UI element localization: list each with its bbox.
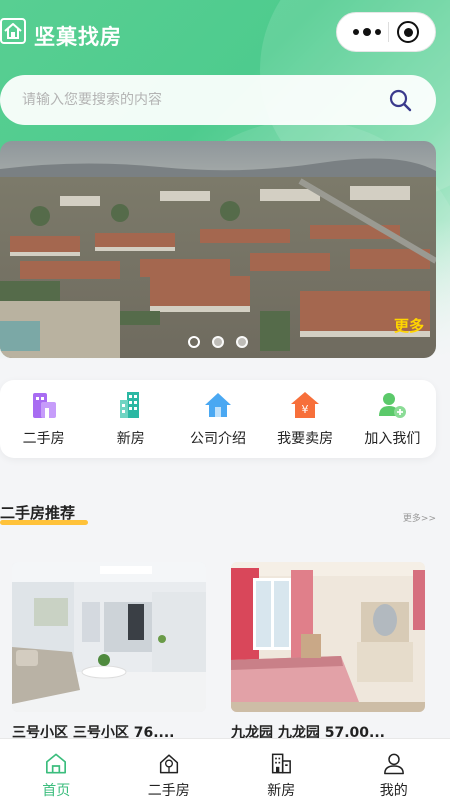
listing-photo[interactable] (12, 562, 206, 712)
banner-carousel[interactable]: 更多 (0, 141, 436, 358)
more-dots-icon[interactable] (352, 28, 381, 36)
app-title: 坚菓找房 (34, 25, 122, 49)
tab-home[interactable]: 首页 (6, 739, 106, 800)
target-circle-icon[interactable] (397, 21, 420, 43)
carousel-dot[interactable] (236, 336, 248, 348)
tall-building-icon (119, 392, 139, 418)
top-bar: 坚菓找房 (0, 12, 450, 54)
mini-program-capsule[interactable] (336, 12, 436, 52)
section-header: 二手房推荐 更多>> (0, 502, 450, 526)
quick-nav-second-hand[interactable]: 二手房 (2, 390, 86, 448)
carousel-dot[interactable] (188, 336, 200, 348)
quick-nav-sell-house[interactable]: ¥ 我要卖房 (263, 390, 347, 448)
quick-nav-label: 我要卖房 (277, 431, 334, 447)
carousel-dot[interactable] (212, 336, 224, 348)
tab-label: 新房 (267, 783, 296, 799)
quick-nav: 二手房 新房 公司介绍 ¥ 我要卖房 加入我们 (0, 380, 436, 458)
listing-photo[interactable] (231, 562, 425, 712)
quick-nav-company[interactable]: 公司介绍 (176, 390, 260, 448)
quick-nav-join-us[interactable]: 加入我们 (350, 390, 434, 448)
listing-card[interactable]: 九龙园 九龙园 57.00... (231, 562, 425, 742)
tab-second-hand[interactable]: 二手房 (119, 739, 219, 800)
quick-nav-label: 二手房 (22, 431, 65, 447)
building-house-icon (32, 393, 56, 418)
tab-new-house[interactable]: 新房 (231, 739, 331, 800)
search-bar[interactable] (0, 75, 436, 125)
search-input[interactable] (22, 92, 386, 108)
quick-nav-label: 新房 (116, 431, 145, 447)
quick-nav-label: 加入我们 (364, 431, 421, 447)
add-user-icon (379, 393, 407, 418)
quick-nav-label: 公司介绍 (189, 431, 246, 447)
logo-icon (0, 18, 26, 44)
carousel-indicators[interactable] (188, 336, 248, 348)
tab-mine[interactable]: 我的 (344, 739, 444, 800)
search-icon[interactable] (386, 86, 414, 114)
sell-house-icon: ¥ (291, 392, 320, 418)
building-tab-icon (272, 753, 292, 774)
house-tree-icon (159, 754, 178, 774)
home-tab-icon (46, 753, 67, 774)
home-icon (204, 393, 231, 417)
tab-label: 我的 (379, 783, 408, 799)
section-title: 二手房推荐 (0, 504, 76, 522)
banner-more-link[interactable]: 更多 (394, 315, 424, 336)
user-tab-icon (383, 753, 404, 775)
svg-text:¥: ¥ (302, 403, 309, 416)
quick-nav-new-house[interactable]: 新房 (89, 390, 173, 448)
tab-label: 首页 (42, 783, 71, 799)
bottom-tab-bar: 首页 二手房 新房 我的 (0, 738, 450, 800)
banner-aerial-image (0, 141, 436, 358)
listing-card[interactable]: 三号小区 三号小区 76.... (12, 562, 206, 742)
tab-label: 二手房 (147, 783, 190, 799)
section-more-link[interactable]: 更多>> (403, 511, 436, 524)
